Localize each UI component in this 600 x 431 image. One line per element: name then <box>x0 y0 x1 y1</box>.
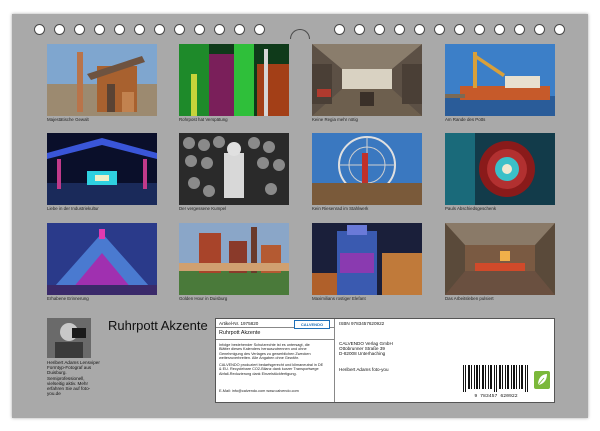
product-info-box: Artikel-Nr. 1975820 CALVENDO Ruhrpott Ak… <box>215 318 555 403</box>
binding-ring <box>174 24 185 35</box>
binding-ring <box>414 24 425 35</box>
photo-thumbnail <box>179 223 289 295</box>
calendar-title: Ruhrpott Akzente <box>108 318 208 333</box>
binding-ring <box>514 24 525 35</box>
bio-line: you.de <box>47 391 61 397</box>
binding-ring <box>554 24 565 35</box>
binding-ring <box>534 24 545 35</box>
article-number: Artikel-Nr. 1975820 <box>219 321 259 326</box>
binding-ring <box>214 24 225 35</box>
photo-caption: Am Rande des Potts <box>445 117 486 122</box>
photo-thumbnail <box>445 44 555 116</box>
photo-caption: Majestätische Gewalt <box>47 117 89 122</box>
binding-ring <box>494 24 505 35</box>
publisher-address: CALVENDO Verlag GmbH Ottobrunner Straße … <box>339 341 393 357</box>
binding-ring <box>374 24 385 35</box>
eco-leaf-icon <box>534 371 550 389</box>
binding-ring <box>54 24 65 35</box>
env-line: & EU. Recyclebare CO2-Bilanz dank kurzer… <box>219 367 319 372</box>
photo-caption: Maximilians rostiger Elefant <box>312 296 366 301</box>
photo-caption: Pauls Abschiedsgeschenk <box>445 206 497 211</box>
photo-thumbnail <box>312 133 422 205</box>
photo-thumbnail <box>445 223 555 295</box>
address-line: D-82008 Unterhaching <box>339 351 386 357</box>
info-title: Ruhrpott Akzente <box>219 330 261 336</box>
photo-credit: Heribert Adams foto-you <box>339 367 389 372</box>
divider <box>334 319 335 402</box>
photo-caption: Liebe in der Industriekultur <box>47 206 99 211</box>
binding-ring <box>354 24 365 35</box>
binding-ring <box>134 24 145 35</box>
photo-caption: Erhabene Erinnerung <box>47 296 89 301</box>
binding-ring <box>194 24 205 35</box>
binding-ring <box>394 24 405 35</box>
barcode: 9 783457 620922 <box>460 363 532 399</box>
photo-caption: Der vergessene Kumpel <box>179 206 227 211</box>
legal-line: weiterzuverbreiten. Alle Angaben ohne Ge… <box>219 355 299 360</box>
photo-caption: Rohrpost hat Verspätung <box>179 117 228 122</box>
photo-thumbnail <box>312 223 422 295</box>
author-bio: Heribert Adams Lensviper Formtyp-Fotogra… <box>47 360 100 396</box>
binding-ring <box>74 24 85 35</box>
photo-thumbnail <box>312 44 422 116</box>
author-portrait <box>47 318 91 358</box>
contact-info: E-Mail: info@calvendo.com www.calvendo.c… <box>219 389 299 393</box>
environment-notice: CALVENDO produziert bedarfsgerecht und k… <box>219 363 333 376</box>
binding-ring <box>234 24 245 35</box>
binding-ring <box>34 24 45 35</box>
legal-notice: Infolge bestehender Schutzrechte ist es … <box>219 343 333 360</box>
binding-ring <box>154 24 165 35</box>
photo-caption: Golden Hour in Duisburg <box>179 296 228 301</box>
binding-ring <box>434 24 445 35</box>
photo-caption: Keine Regia mehr nötig <box>312 117 358 122</box>
env-line: Abfall-Reduzierung dank Einzelstückferti… <box>219 371 297 376</box>
binding-ring <box>114 24 125 35</box>
photo-caption: Das Arbeitsleben pulsiert <box>445 296 494 301</box>
photo-caption: Kein Riesenrad im Stahlwerk <box>312 206 369 211</box>
photo-thumbnail <box>445 133 555 205</box>
binding-ring <box>334 24 345 35</box>
binding-ring <box>454 24 465 35</box>
barcode-number: 9 783457 620922 <box>474 393 517 399</box>
binding-ring <box>254 24 265 35</box>
binding-ring <box>94 24 105 35</box>
photo-thumbnail <box>47 223 157 295</box>
isbn: ISBN 9783457620922 <box>339 321 385 326</box>
photo-thumbnail <box>47 133 157 205</box>
divider <box>216 339 334 340</box>
photo-thumbnail <box>47 44 157 116</box>
publisher-logo: CALVENDO <box>294 320 330 329</box>
binding-ring <box>474 24 485 35</box>
photo-thumbnail <box>179 44 289 116</box>
photo-thumbnail <box>179 133 289 205</box>
